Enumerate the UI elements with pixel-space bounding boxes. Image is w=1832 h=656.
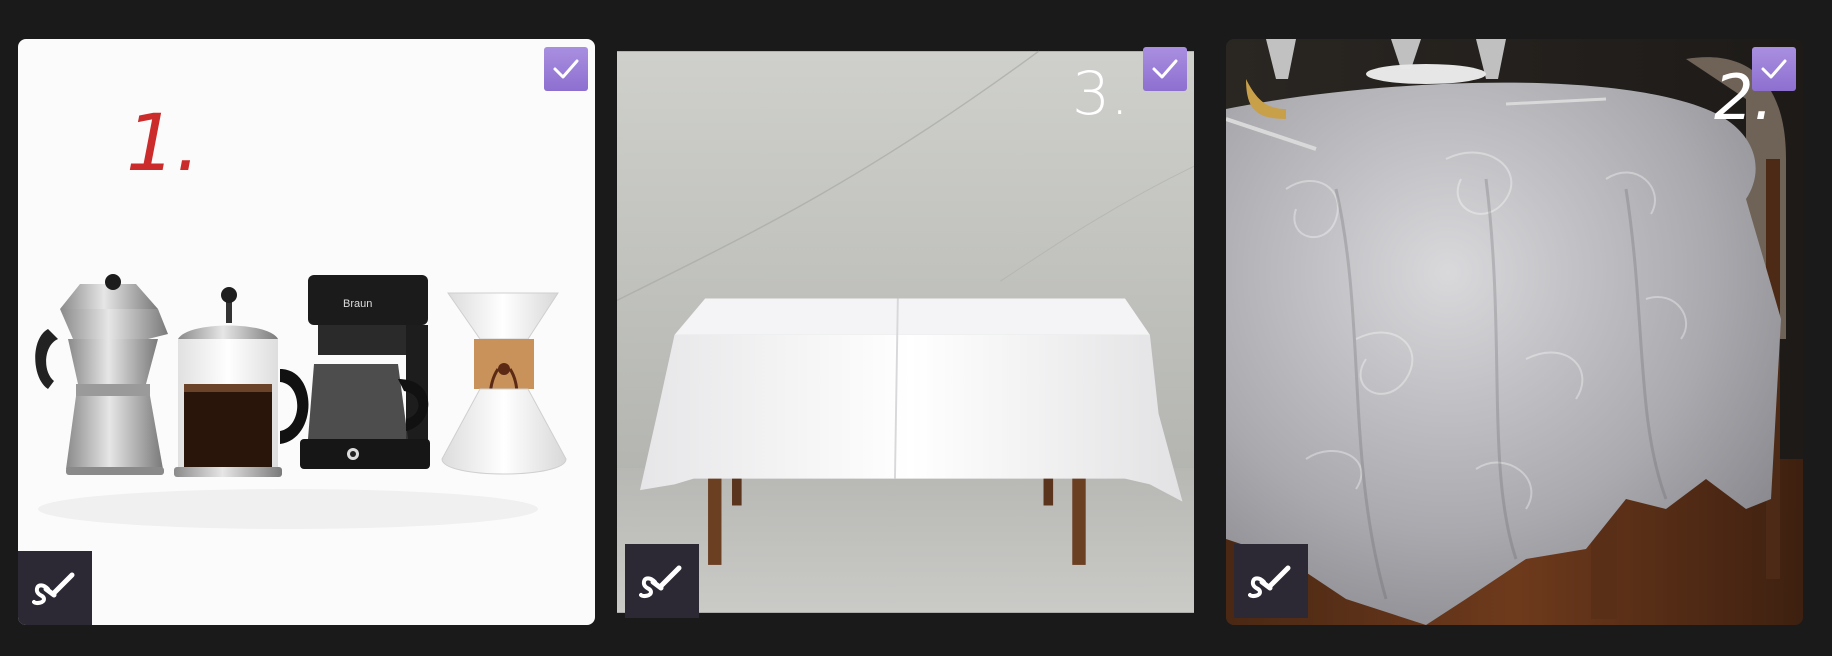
select-checkbox[interactable] (544, 47, 588, 91)
check-icon (1152, 59, 1178, 79)
drip-coffee-maker: Braun (300, 275, 430, 469)
brush-icon (1248, 565, 1291, 598)
brush-icon (32, 572, 75, 605)
image-tile-coffee-makers[interactable]: Braun 1. (18, 39, 595, 625)
image-tile-white-tablecloth[interactable]: 3. (617, 39, 1194, 625)
tile-number-label: 3. (1072, 59, 1130, 129)
coffee-makers-image: Braun (18, 39, 595, 625)
edit-image-button[interactable] (18, 551, 92, 625)
tile-number-label: 1. (126, 99, 201, 189)
check-icon (553, 59, 579, 79)
brush-icon (639, 565, 682, 598)
image-tile-silver-tablecloth[interactable]: 2. (1226, 39, 1803, 625)
check-icon (1761, 59, 1787, 79)
select-checkbox[interactable] (1752, 47, 1796, 91)
select-checkbox[interactable] (1143, 47, 1187, 91)
edit-image-button[interactable] (1234, 544, 1308, 618)
brand-label: Braun (343, 298, 372, 310)
edit-image-button[interactable] (625, 544, 699, 618)
